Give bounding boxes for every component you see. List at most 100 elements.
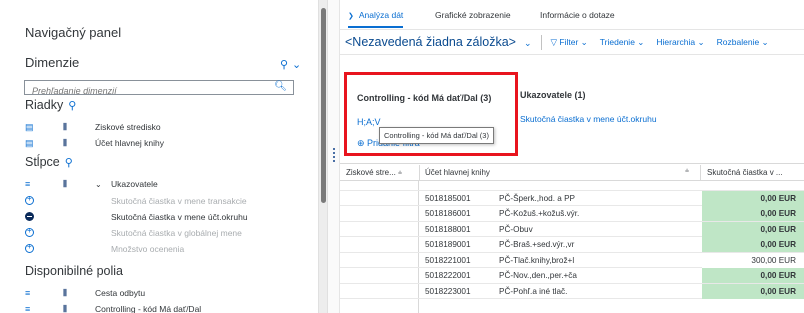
analysis-area: ❯ Analýza dát Grafické zobrazenie Informá… [340, 0, 804, 313]
cell-amount: 0,00 EUR [702, 190, 804, 206]
cell-account-number: 5018188001 [425, 224, 471, 234]
measure-item[interactable]: Skutočná čiastka v mene účt.okruhu [25, 209, 248, 225]
navigation-scrollbar[interactable] [318, 0, 328, 313]
drag-handle-icon[interactable]: ≡ [25, 288, 63, 298]
measure-item[interactable]: Skutočná čiastka v mene transakcie [25, 193, 247, 209]
cell-account-text: PČ-Pohľ.a iné tlač. [499, 286, 568, 296]
table-row[interactable]: 5018222001 PČ-Nov.,den.,per.+ča 0,00 EUR [340, 268, 804, 284]
cell-amount: 0,00 EUR [702, 206, 804, 221]
row-item[interactable]: ▤ ⦀ Ziskové stredisko [25, 119, 161, 135]
table-row[interactable]: 5018185001 PČ-Šperk.,hod. a PP 0,00 EUR [340, 190, 804, 206]
measure-label: Skutočná čiastka v mene účt.okruhu [111, 212, 248, 222]
dimensions-settings-icon[interactable]: ⚲⌄ [280, 58, 305, 71]
cell-amount: 0,00 EUR [702, 268, 804, 283]
drag-handle-icon[interactable]: ≡ [25, 179, 63, 189]
measure-label: Množstvo ocenenia [111, 244, 185, 254]
free-field-label: Cesta odbytu [95, 288, 146, 298]
free-field-label: Controlling - kód Má dať/Dal [95, 304, 202, 313]
chevron-down-icon: ⌄ [523, 38, 532, 48]
filter-card: Controlling - kód Má dať/Dal (3) H;A;V C… [344, 72, 518, 156]
header-gl-account[interactable]: Účet hlavnej knihy [425, 168, 490, 177]
cell-account-text: PČ-Obuv [499, 224, 533, 234]
dimension-icon: ⦀ [63, 121, 67, 132]
navigation-panel: Navigačný panel Dimenzie ⚲⌄ 🔍︎ Riadky⚲ ▤… [0, 0, 318, 313]
filter-value-link[interactable]: H;A;V [357, 117, 381, 127]
navigation-panel-title: Navigačný panel [25, 25, 122, 40]
row-item[interactable]: ▤ ⦀ Účet hlavnej knihy [25, 135, 164, 151]
indicators-filter-link[interactable]: Skutočná čiastka v mene účt.okruhu [520, 114, 657, 124]
row-item-label: Účet hlavnej knihy [95, 138, 164, 148]
sort-icon[interactable]: ⩮ [685, 168, 689, 176]
cell-account-number: 5018186001 [425, 209, 471, 218]
toolbar: <Nezavedená žiadna záložka> ⌄ ▽ Filter ⌄ … [340, 30, 804, 55]
tab-bar: ❯ Analýza dát Grafické zobrazenie Informá… [340, 0, 804, 30]
measure-label: Skutočná čiastka v mene transakcie [111, 196, 247, 206]
dimension-icon: ⦀ [63, 287, 67, 298]
search-icon[interactable]: 🔍︎ [274, 81, 287, 92]
add-measure-icon[interactable] [25, 226, 34, 237]
row-item-label: Ziskové stredisko [95, 122, 161, 132]
columns-settings-icon[interactable]: ⚲ [65, 157, 73, 169]
table-row[interactable]: 5018221001 PČ-Tlač.knihy,brož+l 300,00 EUR [340, 252, 804, 268]
measure-item[interactable]: Množstvo ocenenia [25, 241, 184, 257]
header-profit-center[interactable]: Ziskové stre... ⩮ [346, 168, 402, 178]
free-field-item[interactable]: ≡ ⦀ Cesta odbytu [25, 285, 145, 301]
tab-data-analysis[interactable]: ❯ Analýza dát [348, 10, 404, 28]
cell-amount: 0,00 EUR [702, 283, 804, 299]
cell-amount: 300,00 EUR [702, 252, 804, 268]
add-measure-icon[interactable] [25, 194, 34, 205]
hierarchy-button[interactable]: Hierarchia ⌄ [656, 37, 704, 48]
free-fields-section: Disponibilné polia [25, 264, 123, 278]
column-item-label: Ukazovatele [111, 179, 158, 189]
scrollbar-thumb[interactable] [321, 8, 326, 203]
sort-button[interactable]: Triedenie ⌄ [600, 37, 645, 48]
dimension-icon: ⦀ [63, 303, 67, 313]
rows-section-label: Riadky [25, 98, 64, 112]
dimension-search-input[interactable] [25, 84, 270, 98]
table-row[interactable]: 5018189001 PČ-Braš.+sed.výr.,vr 0,00 EUR [340, 237, 804, 253]
add-measure-icon[interactable] [25, 242, 34, 253]
table-row[interactable]: 5018186001 PČ-Kožuš.+kožuš.výr. 0,00 EUR [340, 206, 804, 222]
sort-icon[interactable]: ⩮ [398, 170, 402, 177]
columns-section-label: Stĺpce [25, 155, 60, 169]
dimension-search[interactable]: 🔍︎ [24, 80, 294, 98]
drag-handle-icon[interactable]: ▤ [25, 122, 63, 133]
indicators-filter-title: Ukazovatele (1) [520, 90, 586, 100]
expand-button[interactable]: Rozbalenie ⌄ [717, 37, 769, 48]
splitter-grip-icon[interactable] [333, 148, 335, 162]
bookmark-select[interactable]: <Nezavedená žiadna záložka> ⌄ [345, 35, 532, 49]
panel-splitter[interactable] [328, 0, 340, 313]
measure-item[interactable]: Skutočná čiastka v globálnej mene [25, 225, 242, 241]
cell-account-number: 5018189001 [425, 240, 471, 249]
tab-graphical-view[interactable]: Grafické zobrazenie [435, 10, 511, 20]
columns-section: Stĺpce ⚲ [25, 155, 73, 169]
filter-tooltip: Controlling - kód Má dať/Dal (3) [379, 127, 494, 144]
tab-query-info[interactable]: Informácie o dotaze [540, 10, 615, 20]
table-row[interactable]: 5018223001 PČ-Pohľ.a iné tlač. 0,00 EUR [340, 283, 804, 299]
column-item-indicators[interactable]: ≡ ⦀ ⌄ Ukazovatele [25, 176, 158, 192]
rows-settings-icon[interactable]: ⚲ [68, 100, 76, 112]
table-row[interactable]: 5018188001 PČ-Obuv 0,00 EUR [340, 221, 804, 237]
toolbar-separator [540, 34, 542, 50]
cell-account-number: 5018223001 [425, 286, 471, 296]
drag-handle-icon[interactable]: ≡ [25, 304, 63, 313]
cell-account-number: 5018222001 [425, 271, 471, 280]
dimensions-header: Dimenzie [25, 55, 80, 70]
cell-account-text: PČ-Nov.,den.,per.+ča [499, 271, 577, 280]
rows-section: Riadky ⚲ [25, 98, 76, 112]
cell-account-number: 5018185001 [425, 193, 471, 203]
dimension-icon: ⦀ [63, 137, 67, 148]
cell-account-text: PČ-Šperk.,hod. a PP [499, 193, 575, 203]
cell-account-text: PČ-Braš.+sed.výr.,vr [499, 240, 575, 249]
header-amount[interactable]: Skutočná čiastka v ... [707, 168, 783, 177]
filter-button[interactable]: ▽ Filter ⌄ [551, 37, 588, 48]
chevron-down-icon[interactable]: ⌄ [95, 180, 111, 189]
free-field-item[interactable]: ≡ ⦀ Controlling - kód Má dať/Dal [25, 301, 201, 313]
chevron-down-icon: ❯ [348, 13, 354, 20]
cell-account-number: 5018221001 [425, 255, 471, 265]
cell-account-text: PČ-Kožuš.+kožuš.výr. [499, 209, 580, 218]
remove-measure-icon[interactable] [25, 211, 34, 221]
dimension-icon: ⦀ [63, 178, 67, 189]
data-grid: 5018184001PČ-Sp.odevy+dopl.0,00 EUR50181… [340, 163, 804, 313]
drag-handle-icon[interactable]: ▤ [25, 138, 63, 149]
